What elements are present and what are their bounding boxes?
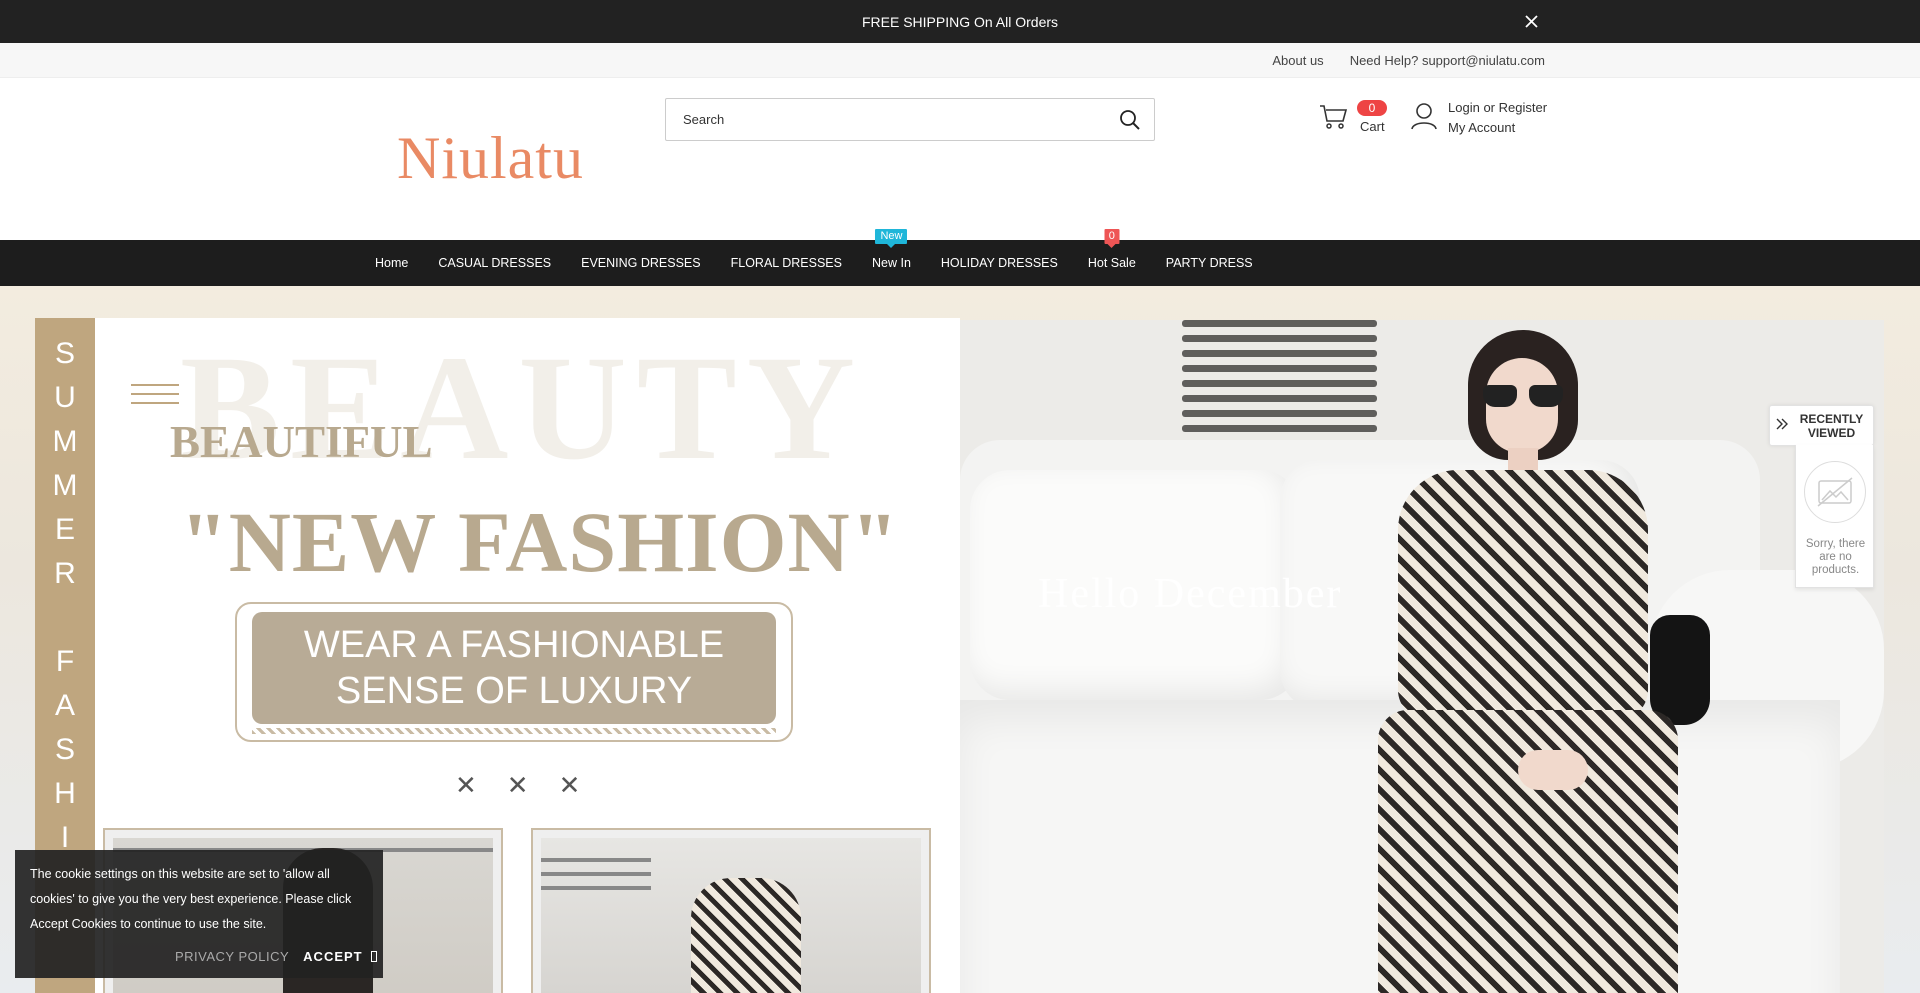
nav-item-hot-sale[interactable]: 0 Hot Sale (1087, 229, 1136, 270)
main-nav: Home CASUAL DRESSES EVENING DRESSES FLOR… (0, 229, 1920, 286)
search-icon[interactable] (1106, 99, 1154, 140)
hero-model-photo: Hello December (960, 320, 1884, 993)
x-mark: ✕ (506, 770, 529, 800)
side-text-letter: M (52, 425, 78, 458)
new-tag-badge: New (875, 229, 908, 244)
login-link[interactable]: Login (1448, 100, 1480, 115)
close-icon[interactable] (1520, 10, 1542, 32)
site-header: Niulatu 0 Cart Login or Register My Acco… (0, 78, 1920, 240)
register-link[interactable]: Register (1499, 100, 1547, 115)
cart-count-badge: 0 (1357, 100, 1387, 116)
nav-item-casual-dresses[interactable]: CASUAL DRESSES (438, 256, 551, 270)
site-logo[interactable]: Niulatu (397, 124, 584, 193)
hero-beautiful-text: BEAUTIFUL (170, 417, 433, 467)
hot-sale-badge: 0 (1104, 229, 1120, 244)
side-text-letter (35, 596, 95, 640)
about-us-link[interactable]: About us (1272, 53, 1323, 68)
recently-viewed-toggle[interactable]: RECENTLY VIEWED (1769, 405, 1874, 446)
recently-viewed-title-1: RECENTLY (1799, 411, 1864, 426)
side-text-letter: H (54, 777, 76, 810)
account-area: Login or Register My Account (1410, 98, 1547, 138)
help-email-link[interactable]: Need Help? support@niulatu.com (1350, 53, 1545, 68)
cart-icon (1318, 102, 1348, 137)
announcement-text: FREE SHIPPING On All Orders (861, 13, 1059, 30)
side-text-letter: U (54, 381, 76, 414)
announcement-bar: FREE SHIPPING On All Orders (0, 0, 1920, 43)
nav-label: Hot Sale (1087, 256, 1136, 270)
nav-label: Home (375, 256, 409, 270)
search-box (665, 98, 1155, 141)
cookie-message: The cookie settings on this website are … (30, 867, 352, 931)
hero-headline: "NEW FASHION" (180, 494, 900, 590)
recently-viewed-empty-message: Sorry, there are no products. (1805, 538, 1866, 576)
nav-label: CASUAL DRESSES (438, 256, 552, 270)
hero-thumbnail-2 (531, 828, 931, 993)
no-image-icon (1804, 461, 1866, 523)
cart-button[interactable]: 0 Cart (1318, 100, 1390, 140)
tagline-line-2: SENSE OF LUXURY (335, 670, 693, 712)
nav-label: FLORAL DRESSES (730, 256, 842, 270)
cookie-banner: The cookie settings on this website are … (15, 850, 383, 978)
search-input[interactable] (666, 99, 1106, 140)
side-text-letter: A (54, 689, 75, 722)
nav-item-floral-dresses[interactable]: FLORAL DRESSES (731, 256, 842, 270)
hero-watermark: BEAUTY (180, 325, 866, 491)
tagline-line-1: WEAR A FASHIONABLE (303, 624, 725, 666)
or-text: or (1483, 100, 1495, 115)
nav-label: PARTY DRESS (1165, 256, 1253, 270)
decorative-x-marks: ✕ ✕ ✕ (455, 770, 580, 801)
nav-item-evening-dresses[interactable]: EVENING DRESSES (581, 256, 700, 270)
side-text-letter: F (55, 645, 75, 678)
decorative-lines (131, 384, 179, 411)
side-text-letter: M (52, 469, 78, 502)
double-chevron-icon (1770, 417, 1794, 434)
nav-item-party-dress[interactable]: PARTY DRESS (1166, 256, 1253, 270)
x-mark: ✕ (558, 770, 581, 800)
top-links-bar: About us Need Help? support@niulatu.com (0, 43, 1920, 78)
recently-viewed-title-2: VIEWED (1807, 425, 1856, 440)
accept-icon (370, 951, 377, 962)
cart-label: Cart (1360, 119, 1385, 134)
nav-label: New In (872, 256, 911, 270)
user-icon[interactable] (1410, 101, 1438, 136)
hero-tagline-frame: WEAR A FASHIONABLE SENSE OF LUXURY (235, 602, 793, 742)
side-vertical-text: SUMMER FASHI (35, 332, 95, 860)
side-text-letter: R (54, 557, 76, 590)
side-text-letter: S (54, 337, 75, 370)
accept-label: ACCEPT (303, 949, 363, 964)
my-account-link[interactable]: My Account (1448, 120, 1515, 135)
privacy-policy-link[interactable]: PRIVACY POLICY (175, 949, 289, 964)
nav-item-holiday-dresses[interactable]: HOLIDAY DRESSES (941, 256, 1058, 270)
hero-photo-caption: Hello December (1038, 571, 1343, 617)
side-text-letter: S (54, 733, 75, 766)
nav-label: HOLIDAY DRESSES (940, 256, 1058, 270)
x-mark: ✕ (455, 770, 477, 800)
nav-item-home[interactable]: Home (375, 256, 408, 270)
recently-viewed-panel: Sorry, there are no products. (1795, 445, 1874, 588)
nav-label: EVENING DRESSES (581, 256, 701, 270)
side-text-letter: E (54, 513, 75, 546)
accept-cookies-button[interactable]: ACCEPT (303, 949, 377, 964)
nav-item-new-in[interactable]: New New In (872, 229, 911, 270)
